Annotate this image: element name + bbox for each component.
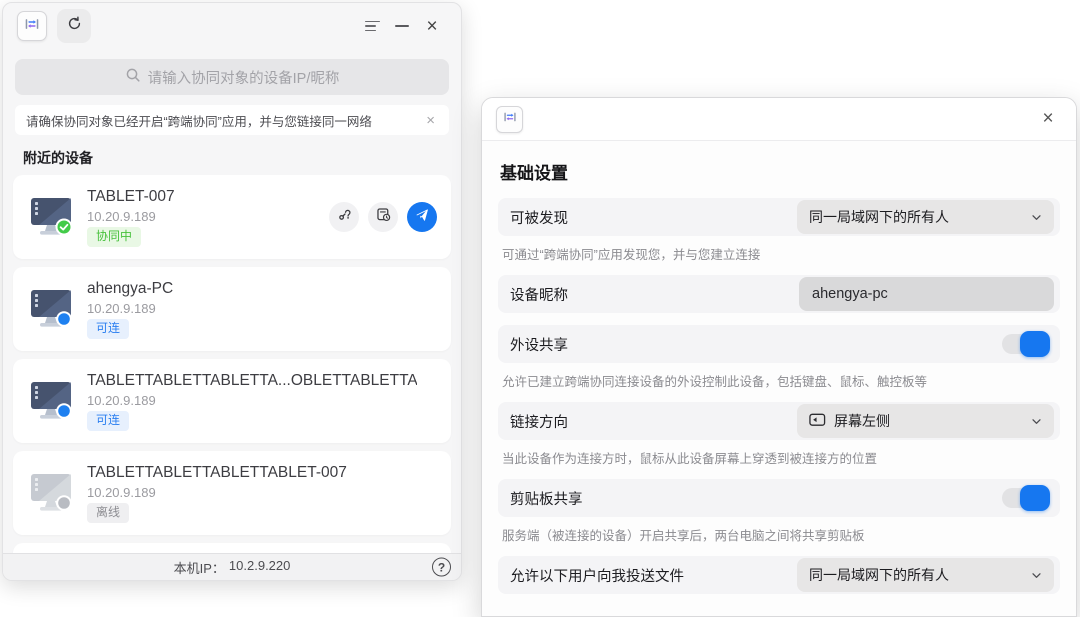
refresh-icon bbox=[66, 15, 83, 37]
device-ip: 10.20.9.189 bbox=[87, 392, 156, 408]
discoverable-dropdown[interactable]: 同一局域网下的所有人 bbox=[797, 200, 1054, 234]
notice-text: 请确保协同对象已经开启“跨端协同”应用，并与您链接同一网络 bbox=[26, 114, 372, 129]
toggle-knob bbox=[1020, 485, 1050, 511]
send-file-button[interactable] bbox=[407, 202, 437, 232]
peripheral-share-caption: 允许已建立跨端协同连接设备的外设控制此设备，包括键盘、鼠标、触控板等 bbox=[502, 375, 928, 389]
window-menu-button[interactable] bbox=[357, 11, 387, 41]
row-nickname: 设备昵称 bbox=[498, 275, 1060, 313]
row-peripheral-share: 外设共享 bbox=[498, 325, 1060, 363]
refresh-button[interactable] bbox=[57, 9, 91, 43]
notice-banner: 请确保协同对象已经开启“跨端协同”应用，并与您链接同一网络 × bbox=[15, 105, 449, 135]
status-badge-collaborating: 协同中 bbox=[87, 226, 142, 247]
minimize-icon bbox=[395, 25, 409, 27]
clipboard-share-label: 剪贴板共享 bbox=[510, 491, 583, 508]
device-card-tablet-offline[interactable]: TABLETTABLETTABLETTABLET-007 10.20.9.189… bbox=[13, 451, 451, 535]
nickname-label: 设备昵称 bbox=[510, 287, 568, 304]
clipboard-share-caption: 服务端（被连接的设备）开启共享后，两台电脑之间将共享剪贴板 bbox=[502, 529, 865, 543]
left-titlebar: × bbox=[3, 3, 461, 49]
close-button[interactable]: × bbox=[417, 11, 447, 41]
status-badge-offline: 离线 bbox=[87, 502, 130, 523]
close-icon: × bbox=[426, 15, 438, 37]
disconnect-icon bbox=[336, 206, 353, 228]
minimize-button[interactable] bbox=[387, 11, 417, 41]
device-info: ahengya-PC 10.20.9.189 可连 bbox=[87, 280, 173, 339]
notice-close-icon[interactable]: × bbox=[423, 111, 438, 130]
computer-icon-offline bbox=[27, 470, 75, 516]
settings-content: 基础设置 可被发现 同一局域网下的所有人 可通过“跨端协同”应用发现您，并与您建… bbox=[482, 141, 1076, 608]
clipboard-share-toggle[interactable] bbox=[1002, 485, 1050, 511]
device-name: TABLETTABLETTABLETTA...OBLETTABLETTABLET… bbox=[87, 371, 417, 389]
nickname-input[interactable] bbox=[799, 277, 1054, 311]
device-name: TABLET-007 bbox=[87, 187, 175, 205]
settings-window: × 基础设置 可被发现 同一局域网下的所有人 可通过“跨端协同”应用发现您，并与… bbox=[481, 97, 1077, 617]
status-badge-connectable: 可连 bbox=[87, 318, 130, 339]
status-badge-connectable: 可连 bbox=[87, 410, 130, 431]
discoverable-caption: 可通过“跨端协同”应用发现您，并与您建立连接 bbox=[502, 248, 761, 262]
device-ip: 10.20.9.189 bbox=[87, 208, 156, 224]
disconnect-button[interactable] bbox=[329, 202, 359, 232]
device-ip: 10.20.9.189 bbox=[87, 484, 156, 500]
help-button[interactable]: ? bbox=[432, 557, 451, 577]
chevron-down-icon bbox=[1031, 570, 1042, 581]
dropdown-value: 同一局域网下的所有人 bbox=[809, 567, 949, 583]
transfer-history-icon bbox=[375, 206, 392, 228]
link-direction-dropdown[interactable]: 屏幕左侧 bbox=[797, 404, 1054, 438]
settings-titlebar: × bbox=[482, 98, 1076, 141]
file-drop-dropdown[interactable]: 同一局域网下的所有人 bbox=[797, 558, 1054, 592]
link-direction-caption: 当此设备作为连接方时，鼠标从此设备屏幕上穿透到被连接方的位置 bbox=[502, 452, 878, 466]
cross-device-arrows-icon bbox=[23, 15, 41, 38]
row-file-drop: 允许以下用户向我投送文件 同一局域网下的所有人 bbox=[498, 556, 1060, 594]
search-icon bbox=[125, 67, 141, 87]
device-ip: 10.20.9.189 bbox=[87, 300, 156, 316]
device-actions bbox=[329, 202, 437, 232]
screen-left-icon bbox=[809, 413, 826, 430]
settings-section-title: 基础设置 bbox=[500, 164, 568, 183]
send-file-icon bbox=[414, 207, 430, 228]
local-ip-label: 本机IP： bbox=[173, 560, 225, 576]
device-card-ahengya-pc[interactable]: ahengya-PC 10.20.9.189 可连 bbox=[13, 267, 451, 351]
computer-icon bbox=[27, 194, 75, 240]
device-list: TABLET-007 10.20.9.189 协同中 ahengya-PC 10… bbox=[3, 175, 461, 553]
settings-close-button[interactable]: × bbox=[1034, 105, 1062, 133]
dropdown-value: 屏幕左侧 bbox=[834, 413, 890, 429]
device-info: TABLETTABLETTABLETTABLET-007 10.20.9.189… bbox=[87, 464, 347, 523]
device-name: TABLETTABLETTABLETTABLET-007 bbox=[87, 463, 347, 481]
app-logo bbox=[496, 105, 523, 133]
help-icon: ? bbox=[437, 560, 446, 574]
local-ip-value: 10.2.9.220 bbox=[228, 557, 291, 573]
peripheral-share-label: 外设共享 bbox=[510, 337, 568, 354]
search-placeholder: 请输入协同对象的设备IP/昵称 bbox=[147, 70, 340, 87]
transfer-history-button[interactable] bbox=[368, 202, 398, 232]
device-card-tablet-007[interactable]: TABLET-007 10.20.9.189 协同中 bbox=[13, 175, 451, 259]
device-name: ahengya-PC bbox=[87, 279, 174, 297]
local-ip: 本机IP： 10.2.9.220 bbox=[174, 558, 291, 577]
device-card-tablet-long-name[interactable]: TABLETTABLETTABLETTA...OBLETTABLETTABLET… bbox=[13, 359, 451, 443]
search-input[interactable]: 请输入协同对象的设备IP/昵称 bbox=[15, 59, 449, 95]
row-clipboard-share: 剪贴板共享 bbox=[498, 479, 1060, 517]
menu-icon bbox=[364, 20, 380, 32]
device-info: TABLETTABLETTABLETTA...OBLETTABLETTABLET… bbox=[87, 372, 417, 431]
chevron-down-icon bbox=[1031, 416, 1042, 427]
statusbar: 本机IP： 10.2.9.220 ? bbox=[3, 553, 461, 580]
device-card-clipped[interactable]: TABLETTABLETTABLETTABLET-007 bbox=[13, 543, 451, 553]
computer-icon bbox=[27, 286, 75, 332]
cross-device-arrows-icon bbox=[502, 109, 518, 130]
link-direction-label: 链接方向 bbox=[510, 414, 568, 431]
device-info: TABLET-007 10.20.9.189 协同中 bbox=[87, 188, 175, 247]
app-logo bbox=[17, 11, 47, 41]
row-link-direction: 链接方向 屏幕左侧 bbox=[498, 402, 1060, 440]
nearby-devices-heading: 附近的设备 bbox=[23, 150, 93, 166]
toggle-knob bbox=[1020, 331, 1050, 357]
device-list-window: × 请输入协同对象的设备IP/昵称 请确保协同对象已经开启“跨端协同”应用，并与… bbox=[2, 2, 462, 581]
computer-icon bbox=[27, 378, 75, 424]
dropdown-value: 同一局域网下的所有人 bbox=[809, 209, 949, 225]
close-icon: × bbox=[1042, 108, 1054, 129]
row-discoverable: 可被发现 同一局域网下的所有人 bbox=[498, 198, 1060, 236]
chevron-down-icon bbox=[1031, 212, 1042, 223]
peripheral-share-toggle[interactable] bbox=[1002, 331, 1050, 357]
discoverable-label: 可被发现 bbox=[510, 210, 568, 227]
file-drop-label: 允许以下用户向我投送文件 bbox=[510, 568, 684, 585]
